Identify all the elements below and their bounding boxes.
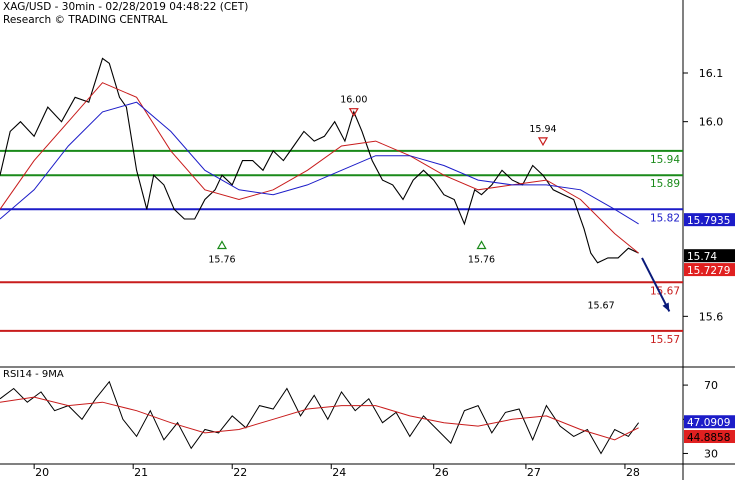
time-tick-label: 26 — [435, 466, 449, 479]
price-box-label: 15.74 — [687, 251, 717, 263]
rsi-line-rsi14 — [0, 380, 640, 455]
time-tick-label: 20 — [35, 466, 49, 479]
level-label-resistance-2: 15.94 — [650, 154, 680, 166]
support-label: 15.67 — [587, 300, 614, 311]
level-label-pivot: 15.82 — [650, 212, 680, 224]
level-label-support-1: 15.67 — [650, 285, 680, 297]
level-label-resistance-1: 15.89 — [650, 178, 680, 190]
time-tick-label: 24 — [332, 466, 346, 479]
time-tick-label: 21 — [134, 466, 148, 479]
swing-low-marker — [476, 240, 487, 250]
time-tick-label: 28 — [626, 466, 640, 479]
rsi-box-label: 47.0909 — [687, 417, 730, 429]
price-box-label: 15.7935 — [687, 215, 730, 227]
rsi-box-label: 44.8858 — [687, 432, 730, 444]
series-line-ma-fast — [0, 82, 639, 254]
level-label-support-2: 15.57 — [650, 334, 680, 346]
price-tick-label: 15.6 — [699, 310, 724, 323]
price-tick-label: 16.0 — [699, 116, 724, 129]
swing-high-label: 16.00 — [340, 95, 367, 106]
series-line-xag-usd — [0, 57, 639, 264]
time-tick-label: 27 — [527, 466, 541, 479]
time-tick-label: 22 — [233, 466, 247, 479]
swing-high-marker — [537, 137, 549, 147]
price-tick-label: 16.1 — [699, 67, 724, 80]
swing-high-label: 15.94 — [529, 124, 556, 135]
swing-low-marker — [216, 240, 228, 250]
rsi-tick-label: 70 — [704, 379, 718, 392]
price-box-label: 15.7279 — [687, 265, 730, 277]
price-chart[interactable]: 15.94 15.89 15.82 15.67 15.57 15.76 16.00 15.7… — [0, 0, 735, 480]
rsi-tick-label: 30 — [704, 447, 718, 460]
rsi-label: RSI14 - 9MA — [3, 369, 64, 380]
series-line-ma-slow — [0, 101, 639, 225]
swing-low-label: 15.76 — [468, 254, 495, 265]
swing-low-label: 15.76 — [208, 254, 235, 265]
